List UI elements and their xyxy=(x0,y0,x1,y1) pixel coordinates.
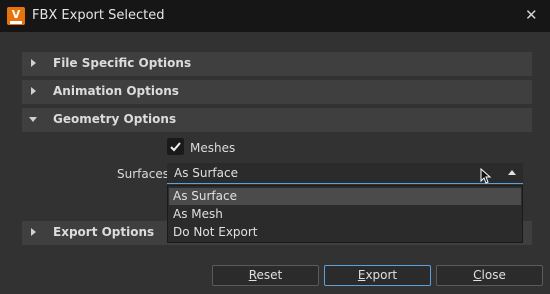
surfaces-dropdown[interactable]: As Surface xyxy=(167,163,523,184)
checkmark-icon xyxy=(170,142,181,152)
section-file-specific-options[interactable]: File Specific Options xyxy=(22,52,532,76)
expand-arrow-icon xyxy=(31,87,36,95)
reset-label: eset xyxy=(256,268,283,282)
collapse-arrow-icon xyxy=(29,117,37,122)
reset-mnemonic: R xyxy=(248,268,257,282)
dropdown-caret-icon xyxy=(508,170,516,175)
expand-arrow-icon xyxy=(31,228,36,236)
section-label: Export Options xyxy=(53,225,155,239)
option-label: As Surface xyxy=(173,189,237,203)
option-label: As Mesh xyxy=(173,207,223,221)
option-label: Do Not Export xyxy=(173,225,258,239)
close-mnemonic: C xyxy=(473,268,482,282)
section-animation-options[interactable]: Animation Options xyxy=(22,80,532,104)
section-geometry-options[interactable]: Geometry Options xyxy=(22,108,532,132)
meshes-label: Meshes xyxy=(190,141,236,155)
section-label: File Specific Options xyxy=(53,56,192,70)
app-logo-letter: V xyxy=(11,8,21,21)
surfaces-dropdown-list: As Surface As Mesh Do Not Export xyxy=(167,185,523,243)
export-button[interactable]: Export xyxy=(324,265,431,286)
surfaces-dropdown-value: As Surface xyxy=(174,166,238,180)
expand-arrow-icon xyxy=(31,59,36,67)
close-label: lose xyxy=(481,268,506,282)
mouse-pointer-icon xyxy=(480,168,492,184)
dropdown-option-as-surface[interactable]: As Surface xyxy=(169,188,521,205)
close-button[interactable]: Close xyxy=(436,265,543,286)
meshes-checkbox[interactable] xyxy=(167,138,184,155)
app-logo-icon: V xyxy=(7,7,25,25)
dropdown-option-as-mesh[interactable]: As Mesh xyxy=(169,206,521,223)
reset-button[interactable]: Reset xyxy=(212,265,319,286)
close-icon[interactable]: ✕ xyxy=(525,6,538,24)
dropdown-option-do-not-export[interactable]: Do Not Export xyxy=(169,224,521,241)
window-title: FBX Export Selected xyxy=(32,8,165,23)
title-bar: V FBX Export Selected ✕ xyxy=(0,0,550,32)
surfaces-label: Surfaces xyxy=(117,167,169,181)
export-label: xport xyxy=(365,268,398,282)
section-label: Geometry Options xyxy=(53,112,177,126)
section-label: Animation Options xyxy=(53,84,179,98)
